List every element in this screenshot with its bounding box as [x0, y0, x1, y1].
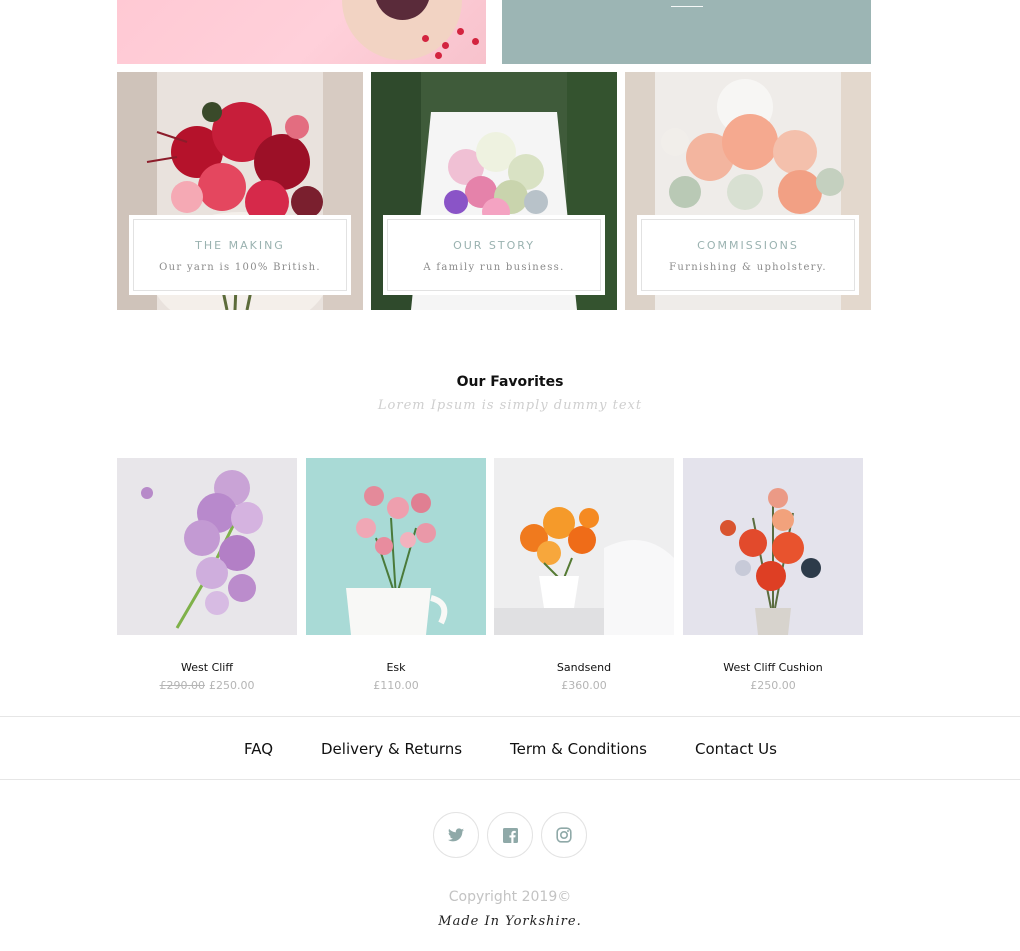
bead-decoration [422, 35, 429, 42]
product-name[interactable]: Esk [306, 661, 486, 674]
product-card[interactable]: Esk £110.00 [306, 458, 486, 692]
bead-decoration [442, 42, 449, 49]
product-card[interactable]: Sandsend £360.00 [494, 458, 674, 692]
footer-link-terms[interactable]: Term & Conditions [510, 740, 647, 758]
product-current-price: £250.00 [750, 679, 796, 692]
tile-subtitle: Furnishing & upholstery. [669, 262, 827, 273]
twitter-icon [448, 828, 464, 842]
tile-our-story[interactable]: OUR STORY A family run business. [371, 72, 617, 310]
favorites-title: Our Favorites [456, 374, 564, 390]
tile-the-making[interactable]: THE MAKING Our yarn is 100% British. [117, 72, 363, 310]
tile-subtitle: Our yarn is 100% British. [159, 262, 321, 273]
footer-link-contact[interactable]: Contact Us [695, 740, 777, 758]
product-price: £360.00 [494, 679, 674, 692]
product-current-price: £250.00 [209, 679, 255, 692]
instagram-icon [556, 827, 572, 843]
instagram-button[interactable] [541, 812, 587, 858]
tile-title: THE MAKING [195, 239, 285, 252]
product-image-orange-lilies [494, 458, 674, 635]
banner-divider [671, 6, 703, 7]
tile-title: OUR STORY [453, 239, 535, 252]
twitter-button[interactable] [433, 812, 479, 858]
product-name[interactable]: West Cliff Cushion [683, 661, 863, 674]
category-tiles: THE MAKING Our yarn is 100% British. OUR… [117, 72, 871, 310]
facebook-icon [502, 827, 518, 843]
tile-subtitle: A family run business. [423, 262, 565, 273]
footer-link-delivery-returns[interactable]: Delivery & Returns [321, 740, 462, 758]
promo-banner-teal[interactable] [502, 0, 871, 64]
product-image-lilac [117, 458, 297, 635]
tile-caption: COMMISSIONS Furnishing & upholstery. [637, 215, 859, 295]
bead-decoration [457, 28, 464, 35]
product-old-price: £290.00 [159, 679, 206, 692]
product-card[interactable]: West Cliff Cushion £250.00 [683, 458, 863, 692]
product-name[interactable]: Sandsend [494, 661, 674, 674]
facebook-button[interactable] [487, 812, 533, 858]
footer-nav: FAQ Delivery & Returns Term & Conditions… [0, 716, 1020, 780]
product-card[interactable]: West Cliff £290.00 £250.00 [117, 458, 297, 692]
product-image-pink-jug [306, 458, 486, 635]
product-image-mixed-bouquet [683, 458, 863, 635]
product-current-price: £110.00 [373, 679, 419, 692]
copyright-text: Copyright 2019© [448, 889, 572, 905]
product-price: £250.00 [683, 679, 863, 692]
footer-link-faq[interactable]: FAQ [244, 740, 273, 758]
tile-caption: THE MAKING Our yarn is 100% British. [129, 215, 351, 295]
product-price: £110.00 [306, 679, 486, 692]
favorites-subtitle: Lorem Ipsum is simply dummy text [377, 398, 643, 413]
bead-decoration [472, 38, 479, 45]
product-current-price: £360.00 [561, 679, 607, 692]
made-in-text: Made In Yorkshire. [438, 914, 582, 929]
promo-banner-pink[interactable] [117, 0, 486, 64]
tile-caption: OUR STORY A family run business. [383, 215, 605, 295]
tile-title: COMMISSIONS [697, 239, 799, 252]
tile-commissions[interactable]: COMMISSIONS Furnishing & upholstery. [625, 72, 871, 310]
bead-decoration [435, 52, 442, 59]
product-price: £290.00 £250.00 [117, 679, 297, 692]
product-name[interactable]: West Cliff [117, 661, 297, 674]
